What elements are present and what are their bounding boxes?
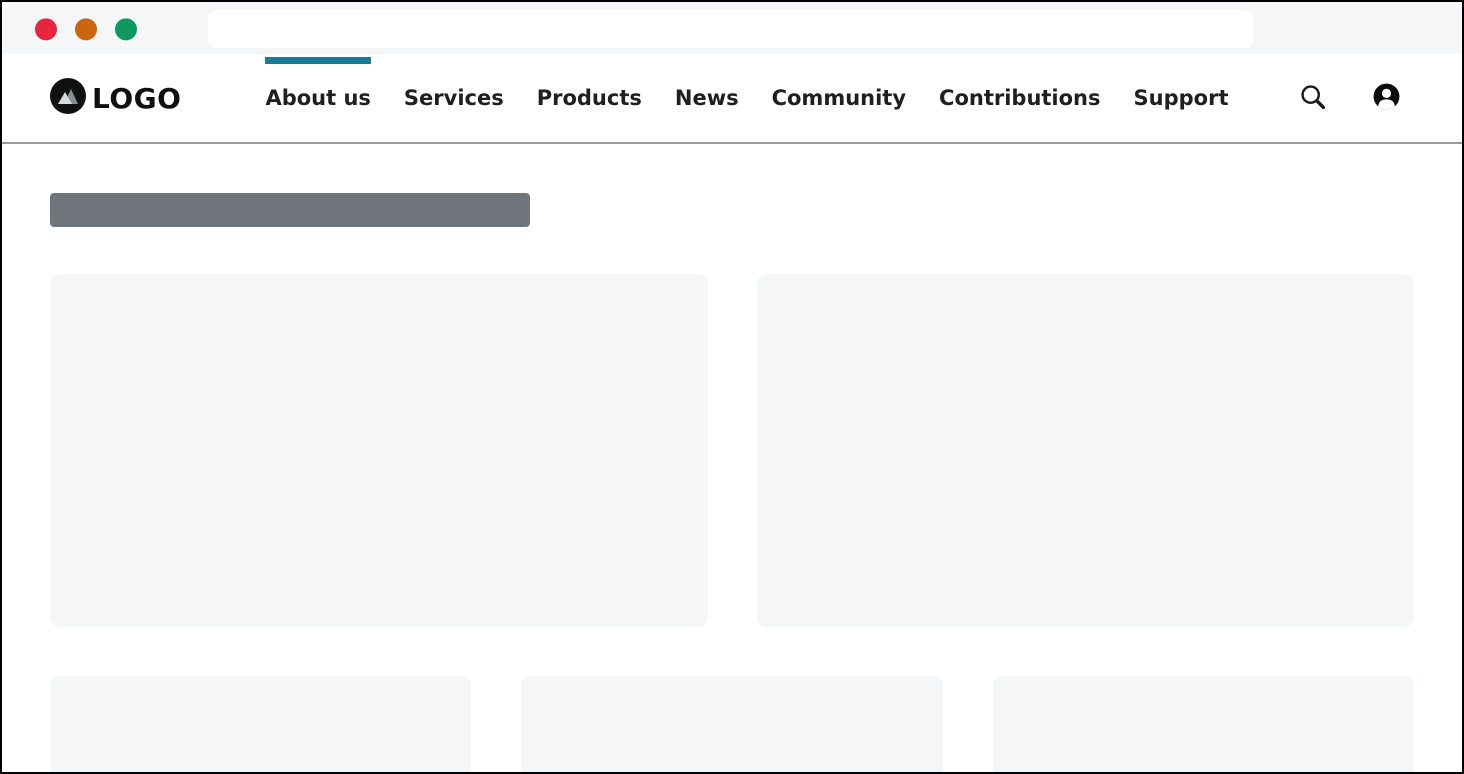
content-card-placeholder (757, 274, 1415, 627)
account-button[interactable] (1373, 83, 1400, 113)
logo-text: LOGO (92, 82, 181, 115)
search-button[interactable] (1298, 82, 1327, 114)
main-navigation: About us Services Products News Communit… (265, 54, 1228, 142)
nav-item-contributions[interactable]: Contributions (939, 54, 1100, 142)
address-bar-input[interactable] (208, 10, 1253, 48)
search-icon (1298, 82, 1327, 114)
browser-chrome (2, 2, 1462, 54)
browser-window: LOGO About us Services Products News Com… (0, 0, 1464, 774)
nav-item-community[interactable]: Community (772, 54, 906, 142)
logo[interactable]: LOGO (50, 78, 181, 118)
content-card-placeholder (521, 676, 942, 774)
small-card-row (50, 676, 1414, 774)
minimize-window-button[interactable] (75, 18, 97, 40)
nav-item-products[interactable]: Products (537, 54, 642, 142)
content-card-placeholder (50, 274, 708, 627)
nav-item-about-us[interactable]: About us (265, 54, 370, 142)
large-card-row (50, 274, 1414, 627)
mountain-circle-icon (50, 78, 86, 118)
zoom-window-button[interactable] (115, 18, 137, 40)
content-card-placeholder (50, 676, 471, 774)
page-content (2, 144, 1462, 774)
nav-item-news[interactable]: News (675, 54, 739, 142)
content-card-placeholder (993, 676, 1414, 774)
nav-item-services[interactable]: Services (404, 54, 504, 142)
close-window-button[interactable] (35, 18, 57, 40)
header-actions (1298, 82, 1400, 114)
nav-item-support[interactable]: Support (1134, 54, 1229, 142)
site-header: LOGO About us Services Products News Com… (2, 54, 1462, 144)
heading-placeholder-bar (50, 193, 530, 227)
window-controls (35, 18, 137, 40)
user-account-icon (1373, 83, 1400, 113)
